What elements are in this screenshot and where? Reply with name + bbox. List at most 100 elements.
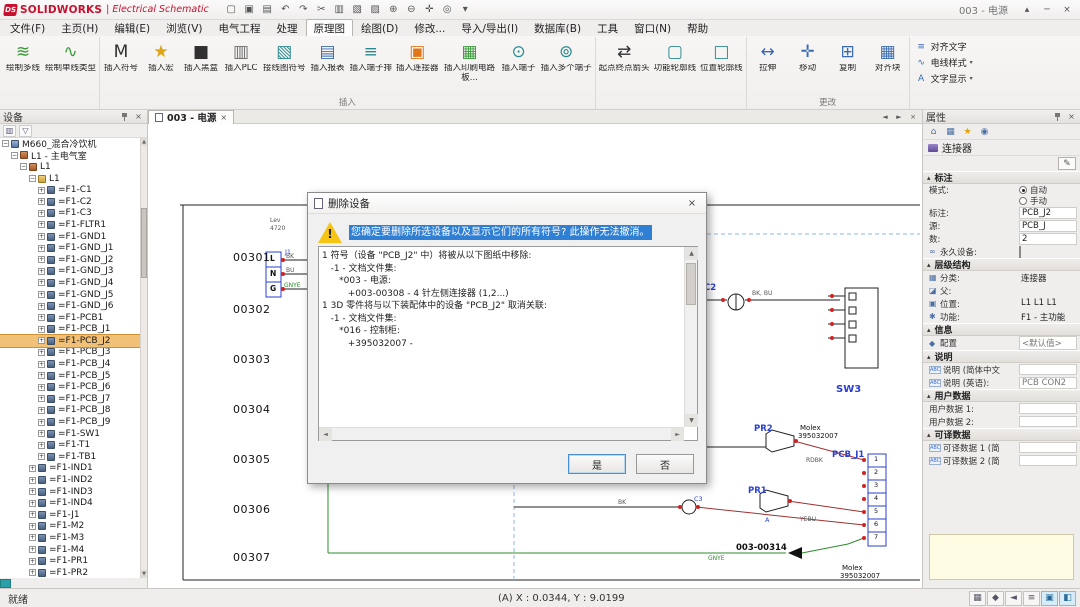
ribbon-button[interactable]: ▦ 插入印刷电路板... bbox=[441, 37, 499, 83]
tree-item[interactable]: + =F1-PCB_J3 bbox=[0, 347, 140, 359]
tree-item[interactable]: + =F1-GND_J1 bbox=[0, 242, 140, 254]
radio-icon[interactable] bbox=[1019, 186, 1027, 194]
dialog-close-icon[interactable]: × bbox=[684, 196, 700, 211]
section-translatable-header[interactable]: ▴ 可译数据 bbox=[923, 428, 1080, 441]
prev-sheet-icon[interactable]: ◄ bbox=[879, 111, 891, 122]
next-sheet-icon[interactable]: ► bbox=[893, 111, 905, 122]
tree-expand-toggle[interactable]: + bbox=[38, 233, 45, 240]
ribbon-button[interactable]: ▢ 功能轮廓线 bbox=[652, 37, 699, 74]
scroll-up-icon[interactable]: ▲ bbox=[141, 138, 147, 146]
menu-item[interactable]: 电气工程 bbox=[211, 19, 269, 38]
property-value[interactable] bbox=[1019, 416, 1077, 427]
tree-item[interactable]: + =F1-IND4 bbox=[0, 497, 140, 509]
tree-item[interactable]: + =F1-SW1 bbox=[0, 428, 140, 440]
dialog-horizontal-scrollbar[interactable]: ◄ ► bbox=[319, 427, 684, 440]
tree-item[interactable]: + =F1-GND_J5 bbox=[0, 289, 140, 301]
tree-expand-toggle[interactable]: + bbox=[38, 453, 45, 460]
menu-item[interactable]: 编辑(E) bbox=[106, 19, 158, 38]
save-icon[interactable]: ▣ bbox=[241, 2, 258, 18]
tree-expand-toggle[interactable]: + bbox=[38, 303, 45, 310]
undo-icon[interactable]: ↶ bbox=[277, 2, 294, 18]
property-value[interactable]: F1 - 主功能 bbox=[1019, 311, 1077, 323]
tree-item[interactable]: + =F1-PCB_J8 bbox=[0, 405, 140, 417]
tree-expand-toggle[interactable]: + bbox=[38, 407, 45, 414]
close-icon[interactable]: × bbox=[1058, 2, 1076, 17]
tree-item[interactable]: + =F1-GND_J6 bbox=[0, 300, 140, 312]
menu-item[interactable]: 工具 bbox=[589, 19, 626, 38]
tree-filter-icon[interactable]: ▽ bbox=[19, 125, 32, 137]
scroll-left-icon[interactable]: ◄ bbox=[319, 428, 332, 441]
tree-expand-toggle[interactable]: + bbox=[38, 395, 45, 402]
tree-item[interactable]: + =F1-GND1 bbox=[0, 231, 140, 243]
ribbon-button[interactable]: ▧ 接线图符号 bbox=[261, 37, 308, 74]
property-value[interactable] bbox=[1019, 442, 1077, 453]
property-value[interactable]: L1 L1 L1 bbox=[1019, 298, 1077, 309]
ribbon-button[interactable]: ▥ 插入PLC bbox=[221, 37, 261, 74]
tree-item[interactable]: + =F1-J1 bbox=[0, 509, 140, 521]
ribbon-button[interactable]: □ 位置轮廓线 bbox=[698, 37, 745, 74]
tree-item[interactable]: − L1 bbox=[0, 161, 140, 173]
tree-item[interactable]: + =F1-IND2 bbox=[0, 474, 140, 486]
home-icon[interactable]: ⌂ bbox=[926, 125, 941, 138]
new-window-icon[interactable]: ▢ bbox=[223, 2, 240, 18]
tree-expand-toggle[interactable]: + bbox=[38, 291, 45, 298]
ribbon-button[interactable]: ⇄ 起点终点箭头 bbox=[597, 37, 652, 74]
cut-icon[interactable]: ✂ bbox=[313, 2, 330, 18]
close-icon[interactable]: × bbox=[133, 111, 144, 122]
mode-manual-option[interactable]: 手动 bbox=[1019, 195, 1077, 206]
ribbon-button[interactable]: ⊙ 插入端子 bbox=[499, 37, 539, 74]
menu-item[interactable]: 修改... bbox=[406, 19, 453, 38]
menu-item[interactable]: 帮助 bbox=[679, 19, 716, 38]
zoom-out-icon[interactable]: ⊖ bbox=[403, 2, 420, 18]
scroll-up-icon[interactable]: ▲ bbox=[685, 247, 698, 260]
tree-expand-toggle[interactable]: + bbox=[38, 349, 45, 356]
section-hierarchy-header[interactable]: ▴ 层级结构 bbox=[923, 258, 1080, 271]
property-value[interactable]: PCB_J bbox=[1019, 220, 1077, 232]
tree-item[interactable]: + =F1-T1 bbox=[0, 439, 140, 451]
ribbon-button[interactable]: ✛ 移动 bbox=[788, 37, 828, 74]
tree-item[interactable]: + =F1-IND3 bbox=[0, 486, 140, 498]
tree-item[interactable]: + =F1-GND_J2 bbox=[0, 254, 140, 266]
tree-expand-toggle[interactable]: + bbox=[29, 500, 36, 507]
dialog-vertical-scrollbar[interactable]: ▲ ▼ bbox=[684, 247, 697, 427]
menu-item[interactable]: 处理 bbox=[269, 19, 306, 38]
scrollbar-thumb[interactable] bbox=[141, 208, 147, 278]
tree-expand-toggle[interactable]: + bbox=[29, 523, 36, 530]
tree-expand-toggle[interactable]: + bbox=[38, 198, 45, 205]
theme-icon[interactable]: ◧ bbox=[1059, 591, 1076, 606]
tree-item[interactable]: − L1 - 主电气室 bbox=[0, 150, 140, 162]
grid-icon[interactable]: ▦ bbox=[969, 591, 986, 606]
pin-icon[interactable] bbox=[120, 112, 129, 122]
property-value[interactable] bbox=[1019, 403, 1077, 414]
close-icon[interactable]: × bbox=[1066, 111, 1077, 122]
tree-expand-toggle[interactable]: + bbox=[29, 534, 36, 541]
ribbon-button[interactable]: ★ 插入宏 bbox=[141, 37, 181, 74]
property-value[interactable]: PCB_J2 bbox=[1019, 207, 1077, 219]
tree-item[interactable]: + =F1-PCB_J2 bbox=[0, 335, 140, 347]
ribbon-button[interactable]: ■ 插入黑盒 bbox=[181, 37, 221, 74]
scroll-right-icon[interactable]: ► bbox=[671, 428, 684, 441]
tree-item[interactable]: + =F1-PCB_J7 bbox=[0, 393, 140, 405]
tree-expand-toggle[interactable]: − bbox=[2, 140, 9, 147]
property-value[interactable] bbox=[1019, 364, 1077, 375]
ribbon-button[interactable]: ∿ 绘制单线类型 bbox=[43, 37, 98, 74]
tree-expand-toggle[interactable]: + bbox=[38, 187, 45, 194]
tree-expand-toggle[interactable]: − bbox=[11, 152, 18, 159]
tree-item[interactable]: + =F1-M3 bbox=[0, 532, 140, 544]
tree-scrollbar[interactable]: ▲ ▼ bbox=[140, 138, 147, 578]
panels-icon[interactable]: ▦ bbox=[943, 125, 958, 138]
property-value[interactable]: <默认值> bbox=[1019, 336, 1077, 350]
tree-item[interactable]: + =F1-GND_J4 bbox=[0, 277, 140, 289]
duplicate-icon[interactable]: ▨ bbox=[367, 2, 384, 18]
menu-item[interactable]: 主页(H) bbox=[53, 19, 106, 38]
tree-expand-toggle[interactable]: + bbox=[29, 465, 36, 472]
scroll-down-icon[interactable]: ▼ bbox=[141, 570, 147, 578]
ribbon-button[interactable]: M 插入符号 bbox=[101, 37, 141, 74]
tree-expand-toggle[interactable]: + bbox=[38, 256, 45, 263]
tree-expand-toggle[interactable]: + bbox=[38, 221, 45, 228]
zoom-in-icon[interactable]: ⊕ bbox=[385, 2, 402, 18]
tree-item[interactable]: + =F1-PCB_J9 bbox=[0, 416, 140, 428]
tree-item[interactable]: + =F1-PR2 bbox=[0, 567, 140, 578]
menu-item[interactable]: 绘图(D) bbox=[353, 19, 406, 38]
scroll-down-icon[interactable]: ▼ bbox=[685, 414, 698, 427]
